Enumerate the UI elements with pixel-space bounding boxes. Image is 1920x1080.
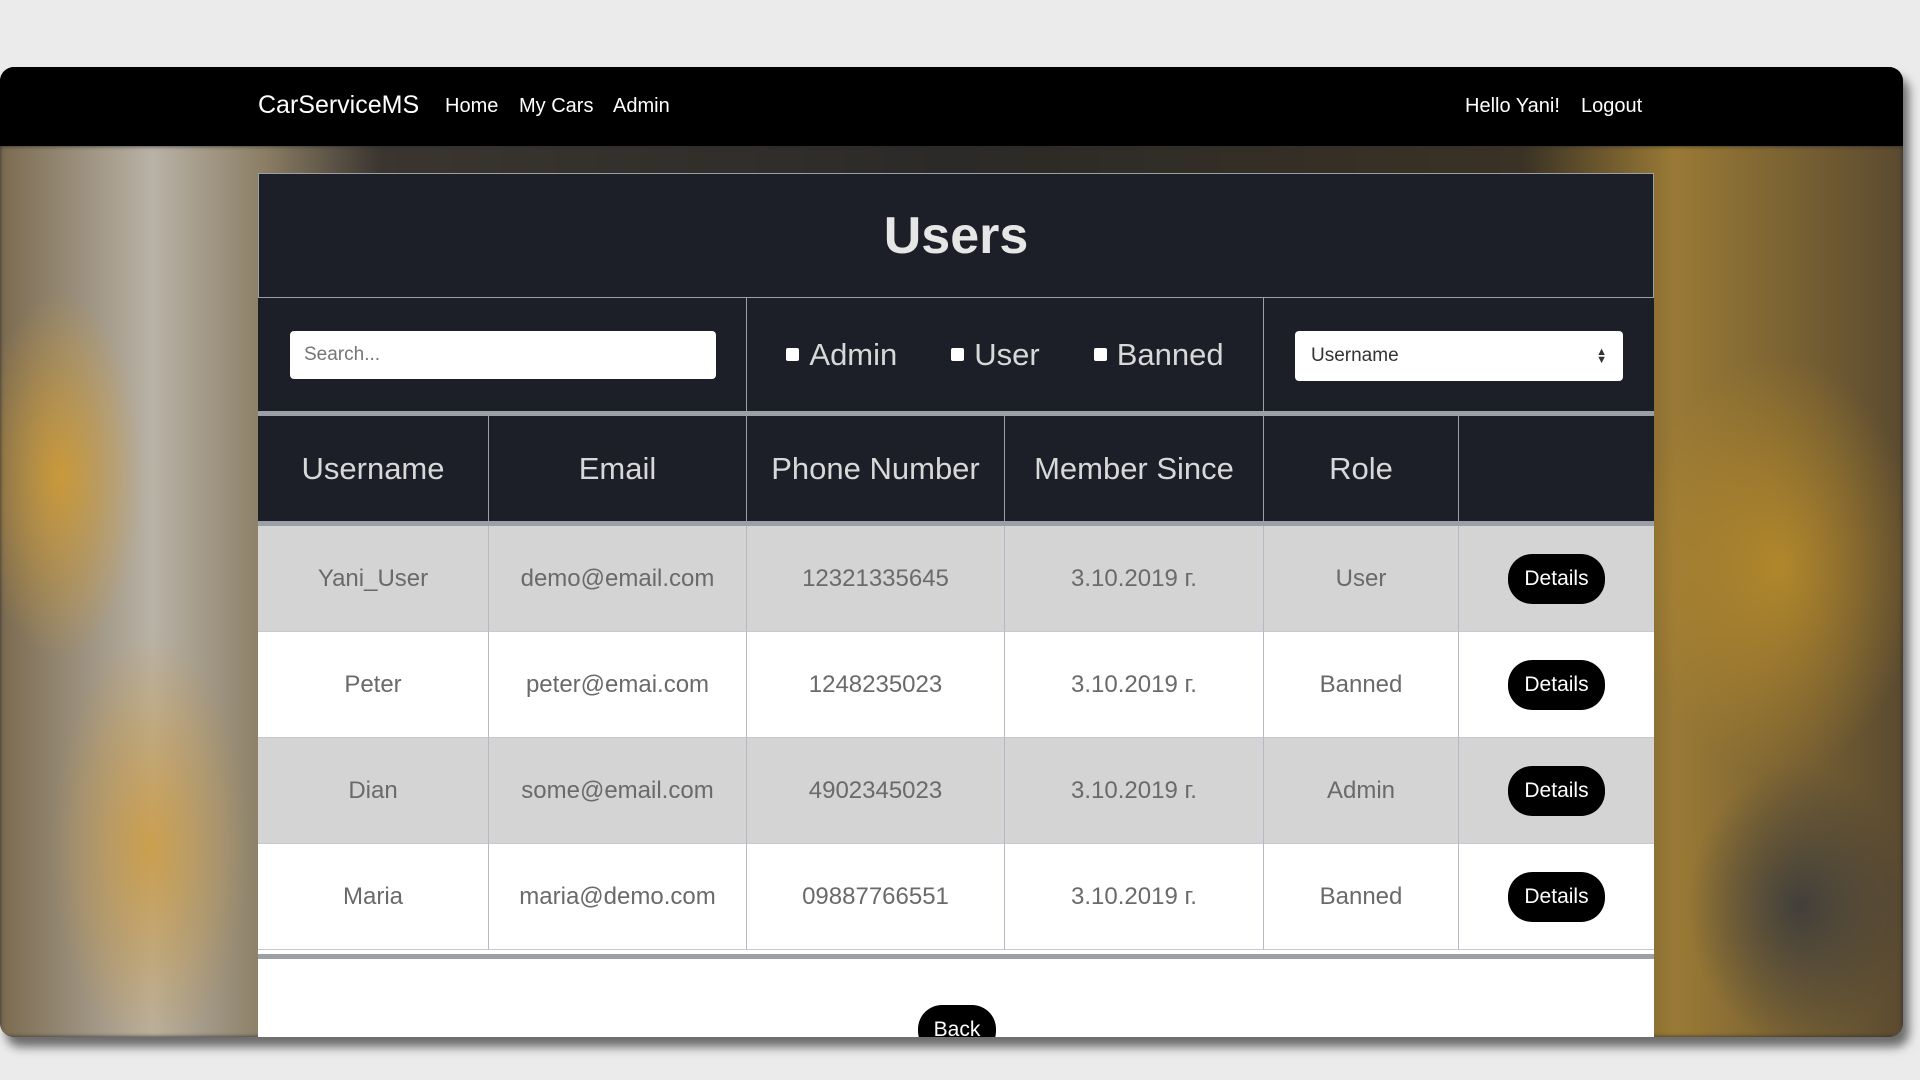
admin-checkbox[interactable]: Admin: [786, 337, 897, 373]
browser-window: CarServiceMS Home My Cars Admin Hello Ya…: [0, 67, 1903, 1037]
email-cell: peter@emai.com: [489, 632, 747, 738]
table-header: Username Email Phone Number Member Since…: [258, 416, 1654, 526]
column-header[interactable]: Member Since: [1005, 416, 1264, 521]
filter-bar: Admin User Banned Username ▲▼: [258, 298, 1654, 416]
email-cell: demo@email.com: [489, 526, 747, 632]
column-header[interactable]: Phone Number: [747, 416, 1005, 521]
brand-link[interactable]: CarServiceMS: [258, 91, 419, 120]
nav-my-cars-link[interactable]: My Cars: [519, 95, 593, 118]
username-cell: Peter: [258, 632, 489, 738]
phone-cell: 1248235023: [747, 632, 1005, 738]
email-cell: maria@demo.com: [489, 844, 747, 950]
user-checkbox[interactable]: User: [951, 336, 1040, 373]
username-cell: Dian: [258, 738, 489, 844]
details-button[interactable]: Details: [1508, 765, 1605, 816]
users-table: Username Email Phone Number Member Since…: [258, 416, 1654, 950]
divider: [258, 954, 1654, 959]
column-header[interactable]: Role: [1264, 416, 1459, 521]
action-cell: Details: [1459, 632, 1654, 738]
table-row: Yani_User demo@email.com 12321335645 3.1…: [258, 526, 1654, 632]
checkbox-icon: [1093, 348, 1107, 361]
details-button[interactable]: Details: [1508, 553, 1605, 604]
details-button[interactable]: Details: [1508, 659, 1605, 710]
table-row: Peter peter@emai.com 1248235023 3.10.201…: [258, 632, 1654, 738]
action-cell: Details: [1459, 844, 1654, 950]
phone-cell: 09887766551: [747, 844, 1005, 950]
sort-select[interactable]: Username ▲ ▼: [1295, 331, 1623, 381]
checkbox-label: User: [974, 336, 1040, 372]
users-panel: Users Admin User Banned: [258, 173, 1654, 1037]
phone-cell: 4902345023: [747, 738, 1005, 844]
column-header: [1459, 416, 1654, 521]
member-since-cell: 3.10.2019 г.: [1005, 738, 1264, 844]
search-cell: [258, 298, 747, 411]
checkbox-label: Banned: [1116, 336, 1224, 372]
username-cell: Yani_User: [258, 526, 489, 632]
sort-select-value: Username: [1311, 345, 1399, 366]
username-cell: Maria: [258, 844, 489, 950]
email-cell: some@email.com: [489, 738, 747, 844]
table-row: Maria maria@demo.com 09887766551 3.10.20…: [258, 844, 1654, 950]
column-header[interactable]: Email: [489, 416, 747, 521]
role-cell: User: [1264, 526, 1459, 632]
member-since-cell: 3.10.2019 г.: [1005, 844, 1264, 950]
sort-cell: Username ▲ ▼: [1264, 298, 1654, 411]
search-input[interactable]: [290, 331, 716, 379]
role-cell: Banned: [1264, 632, 1459, 738]
column-header[interactable]: Username: [258, 416, 489, 521]
back-button[interactable]: Back: [918, 1005, 996, 1037]
role-cell: Admin: [1264, 738, 1459, 844]
nav-home-link[interactable]: Home: [445, 95, 498, 118]
member-since-cell: 3.10.2019 г.: [1005, 632, 1264, 738]
role-filter-cell: Admin User Banned: [747, 298, 1264, 411]
nav-admin-link[interactable]: Admin: [613, 95, 670, 118]
checkbox-icon: [786, 348, 800, 361]
phone-cell: 12321335645: [747, 526, 1005, 632]
banned-checkbox[interactable]: Banned: [1093, 336, 1224, 373]
page-title: Users: [258, 173, 1654, 298]
action-cell: Details: [1459, 738, 1654, 844]
details-button[interactable]: Details: [1508, 871, 1605, 922]
table-row: Dian some@email.com 4902345023 3.10.2019…: [258, 738, 1654, 844]
action-cell: Details: [1459, 526, 1654, 632]
checkbox-icon: [951, 348, 965, 361]
member-since-cell: 3.10.2019 г.: [1005, 526, 1264, 632]
navbar: CarServiceMS Home My Cars Admin Hello Ya…: [0, 67, 1903, 146]
role-cell: Banned: [1264, 844, 1459, 950]
sort-arrows-icon: ▲ ▼: [1596, 346, 1607, 366]
greeting-link[interactable]: Hello Yani!: [1465, 95, 1560, 118]
checkbox-label: Admin: [809, 336, 898, 372]
logout-link[interactable]: Logout: [1581, 95, 1642, 118]
